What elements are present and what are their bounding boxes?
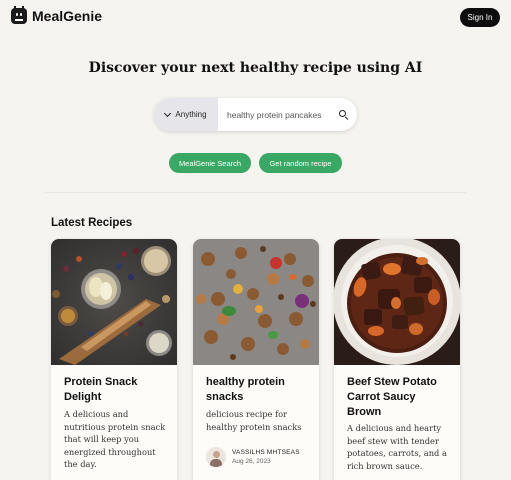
recipe-card[interactable]: Beef Stew Potato Carrot Saucy Brown A de… <box>334 239 460 480</box>
page-headline: Discover your next healthy recipe using … <box>0 60 511 76</box>
headline-part-2: recipe using AI <box>298 60 423 76</box>
recipe-description: delicious recipe for healthy protein sna… <box>206 409 302 432</box>
recipe-description: A delicious and nutritious protein snack… <box>64 409 166 469</box>
robot-chef-icon <box>11 6 27 24</box>
recipe-title: Protein Snack Delight <box>64 376 138 403</box>
random-recipe-button[interactable]: Get random recipe <box>259 153 342 173</box>
search-bar: Anything <box>154 98 357 131</box>
brand-logo[interactable]: MealGenie <box>11 6 103 24</box>
headline-part-1: Discover your next <box>88 60 240 76</box>
brand-name: MealGenie <box>32 8 103 24</box>
mealgenie-search-button[interactable]: MealGenie Search <box>169 153 251 173</box>
recipe-author[interactable]: VASSILHS MHTSEAS Aug 26, 2023 <box>206 447 300 467</box>
top-header: MealGenie Sign In <box>0 0 511 34</box>
latest-recipes-heading: Latest Recipes <box>51 217 133 229</box>
author-name: VASSILHS MHTSEAS <box>232 449 300 456</box>
food-flatlay-image <box>51 239 177 365</box>
avatar <box>206 447 226 467</box>
section-divider <box>45 192 466 193</box>
chevron-down-icon <box>164 109 172 117</box>
search-icon <box>339 110 346 117</box>
headline-bold-word: healthy <box>239 60 299 76</box>
recipe-card[interactable]: healthy protein snacks delicious recipe … <box>193 239 319 480</box>
beef-stew-image <box>334 239 460 365</box>
search-input[interactable] <box>218 98 330 131</box>
post-date: Aug 26, 2023 <box>232 458 271 465</box>
protein-snacks-image <box>193 239 319 365</box>
recipe-card[interactable]: Protein Snack Delight A delicious and nu… <box>51 239 177 480</box>
recipe-description: A delicious and hearty beef stew with te… <box>347 423 447 471</box>
category-filter-dropdown[interactable]: Anything <box>154 98 218 131</box>
recipe-title: Beef Stew Potato Carrot Saucy Brown <box>347 376 437 418</box>
sign-in-button[interactable]: Sign In <box>460 8 500 27</box>
search-button[interactable] <box>330 98 357 131</box>
recipe-title: healthy protein snacks <box>206 376 285 403</box>
category-filter-label: Anything <box>175 110 207 119</box>
